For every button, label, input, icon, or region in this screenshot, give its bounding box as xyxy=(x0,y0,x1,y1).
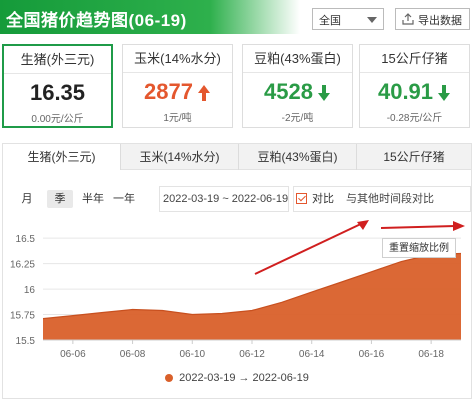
range-year-button[interactable]: 一年 xyxy=(111,190,137,208)
page-title: 全国猪价趋势图(06-19) xyxy=(6,11,187,30)
export-button[interactable]: 导出数据 xyxy=(395,8,470,30)
price-card-corn[interactable]: 玉米(14%水分) 2877 1元/吨 xyxy=(122,44,233,128)
x-tick-label: 06-18 xyxy=(418,349,444,360)
range-halfyear-button[interactable]: 半年 xyxy=(80,190,106,208)
tab-hog[interactable]: 生猪(外三元) xyxy=(3,144,120,171)
price-card-hog[interactable]: 生猪(外三元) 16.35 0.00元/公斤 xyxy=(2,44,113,128)
y-tick-label: 16.25 xyxy=(10,260,35,271)
legend-dot xyxy=(165,374,174,383)
reset-zoom-button[interactable]: 重置缩放比例 xyxy=(382,238,456,258)
upload-icon xyxy=(402,13,414,25)
card-change: -0.28元/公斤 xyxy=(386,113,443,124)
annotation-arrow xyxy=(380,225,456,229)
compare-other-period-input[interactable]: 与其他时间段对比 xyxy=(346,190,434,208)
card-value-text: 4528 xyxy=(264,79,313,104)
card-title: 生猪(外三元) xyxy=(4,46,111,74)
compare-label: 对比 xyxy=(312,193,334,205)
x-tick-label: 06-08 xyxy=(120,349,146,360)
annotation-arrowhead xyxy=(453,221,465,231)
price-card-piglet[interactable]: 15公斤仔猪 40.91 -0.28元/公斤 xyxy=(359,44,470,128)
range-quarter-button[interactable]: 季 xyxy=(47,190,73,208)
y-tick-label: 16.5 xyxy=(16,234,36,245)
chart-legend[interactable]: 2022-03-19 → 2022-06-19 xyxy=(3,372,471,384)
x-tick-label: 06-16 xyxy=(359,349,385,360)
chart-tabs: 生猪(外三元) 玉米(14%水分) 豆粕(43%蛋白) 15公斤仔猪 xyxy=(3,144,471,171)
card-value-text: 16.35 xyxy=(29,80,86,105)
price-card-soymeal[interactable]: 豆粕(43%蛋白) 4528 -2元/吨 xyxy=(242,44,353,128)
card-value: 4528 xyxy=(243,79,352,105)
x-tick-label: 06-12 xyxy=(239,349,265,360)
header: 全国猪价趋势图(06-19) 全国 导出数据 xyxy=(0,0,474,38)
tab-piglet[interactable]: 15公斤仔猪 xyxy=(357,144,471,170)
card-value: 2877 xyxy=(123,79,232,105)
card-value: 40.91 xyxy=(360,79,469,105)
card-value-text: 2877 xyxy=(144,79,193,104)
annotation-arrow xyxy=(254,221,366,275)
series-area xyxy=(43,253,461,340)
y-tick-label: 15.5 xyxy=(16,336,36,347)
date-range-input[interactable]: 2022-03-19 ~ 2022-06-19 xyxy=(163,190,288,208)
card-change: 0.00元/公斤 xyxy=(31,114,84,125)
chevron-down-icon xyxy=(367,17,377,23)
tab-soymeal[interactable]: 豆粕(43%蛋白) xyxy=(239,144,356,170)
y-tick-label: 15.75 xyxy=(10,311,35,322)
arrow-down-icon xyxy=(438,85,451,102)
y-tick-label: 16 xyxy=(24,285,36,296)
card-title: 15公斤仔猪 xyxy=(360,45,469,73)
region-select-value: 全国 xyxy=(319,15,341,27)
arrow-up-icon xyxy=(197,85,210,102)
card-value-text: 40.91 xyxy=(377,79,434,104)
x-tick-label: 06-06 xyxy=(60,349,86,360)
x-tick-label: 06-10 xyxy=(179,349,205,360)
card-change: -2元/吨 xyxy=(281,113,314,124)
legend-label: 2022-03-19 → 2022-06-19 xyxy=(179,372,309,384)
x-tick-label: 06-14 xyxy=(299,349,325,360)
arrow-down-icon xyxy=(317,85,330,102)
export-label: 导出数据 xyxy=(418,15,462,27)
range-month-button[interactable]: 月 xyxy=(19,190,35,208)
compare-checkbox[interactable] xyxy=(296,193,307,204)
card-value: 16.35 xyxy=(4,80,111,106)
card-change: 1元/吨 xyxy=(163,113,192,124)
tab-corn[interactable]: 玉米(14%水分) xyxy=(121,144,238,170)
chart-panel: 生猪(外三元) 玉米(14%水分) 豆粕(43%蛋白) 15公斤仔猪 月 季 半… xyxy=(2,143,472,399)
card-title: 玉米(14%水分) xyxy=(123,45,232,73)
card-title: 豆粕(43%蛋白) xyxy=(243,45,352,73)
region-select[interactable]: 全国 xyxy=(312,8,384,30)
